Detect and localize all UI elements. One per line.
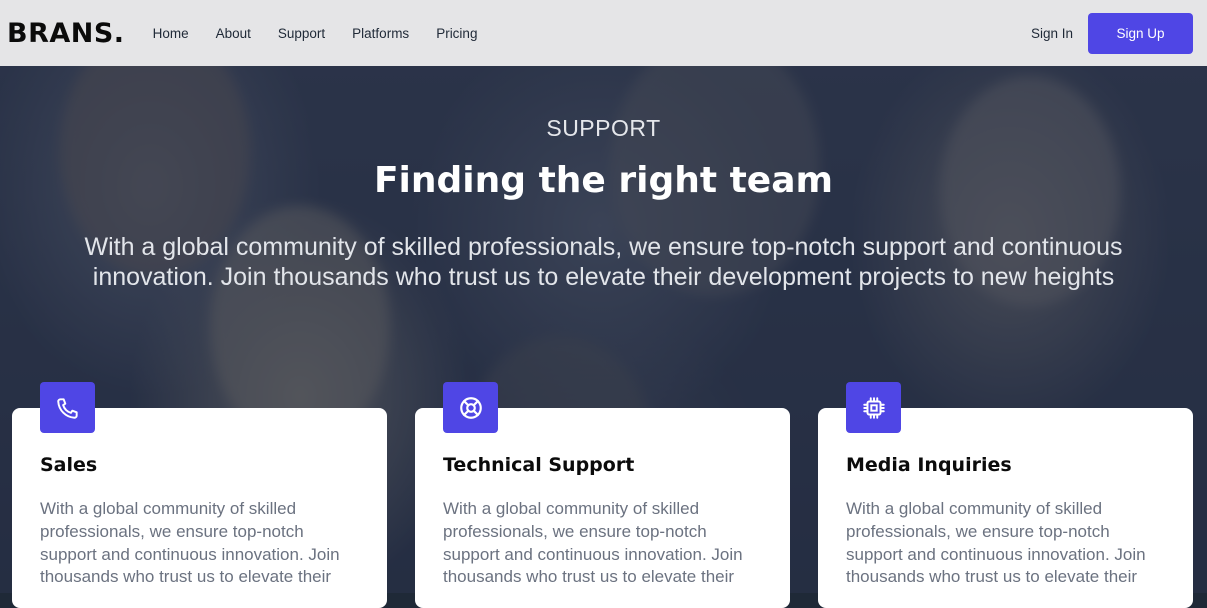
sales-card-text: With a global community of skilled profe… xyxy=(40,499,340,587)
hero-title: Finding the right team xyxy=(373,160,834,201)
nav-link-home[interactable]: Home xyxy=(153,26,189,41)
nav-link-pricing[interactable]: Pricing xyxy=(436,26,477,41)
sign-up-button[interactable]: Sign Up xyxy=(1088,12,1193,54)
phone-icon xyxy=(40,382,95,433)
technical-support-card-title: Technical Support xyxy=(443,454,635,476)
sales-card-title: Sales xyxy=(40,454,98,476)
chip-icon xyxy=(846,382,901,433)
technical-support-card-text: With a global community of skilled profe… xyxy=(443,499,743,587)
hero-eyebrow: SUPPORT xyxy=(546,115,661,141)
nav-link-support[interactable]: Support xyxy=(278,26,325,41)
lifebuoy-icon xyxy=(443,382,498,433)
auth-actions: Sign In Sign Up xyxy=(1031,12,1200,54)
media-inquiries-card-text: With a global community of skilled profe… xyxy=(846,499,1146,587)
main-nav: Home About Support Platforms Pricing xyxy=(153,26,505,41)
sign-in-link[interactable]: Sign In xyxy=(1031,26,1073,41)
hero-description: With a global community of skilled profe… xyxy=(84,233,1123,291)
nav-link-about[interactable]: About xyxy=(216,26,251,41)
brand-logo[interactable]: BRANS. xyxy=(7,18,125,49)
media-inquiries-card-title: Media Inquiries xyxy=(846,454,1012,476)
nav-link-platforms[interactable]: Platforms xyxy=(352,26,409,41)
navbar: BRANS. Home About Support Platforms Pric… xyxy=(0,0,1207,66)
